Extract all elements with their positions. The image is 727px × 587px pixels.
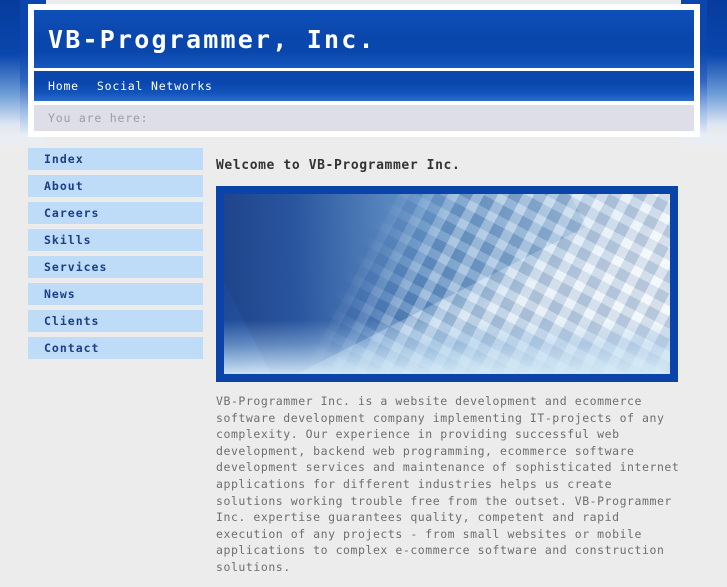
left-edge-gradient-inner bbox=[0, 0, 20, 135]
sidebar-item-label: Careers bbox=[44, 206, 100, 220]
sidebar-item-services[interactable]: Services bbox=[28, 256, 203, 278]
nav-item-home[interactable]: Home bbox=[48, 79, 79, 93]
sidebar-item-label: Index bbox=[44, 152, 84, 166]
sidebar-item-label: Services bbox=[44, 260, 108, 274]
main-content: Welcome to VB-Programmer Inc. VB-Program… bbox=[216, 148, 686, 587]
site-title: VB-Programmer, Inc. bbox=[48, 24, 376, 54]
breadcrumb-label: You are here: bbox=[48, 111, 149, 125]
sidebar-item-label: Contact bbox=[44, 341, 100, 355]
sidebar-menu: Index About Careers Skills Services News… bbox=[28, 148, 203, 364]
right-edge-gradient-inner bbox=[707, 0, 727, 135]
sidebar-item-careers[interactable]: Careers bbox=[28, 202, 203, 224]
sidebar-item-contact[interactable]: Contact bbox=[28, 337, 203, 359]
breadcrumb: You are here: bbox=[34, 105, 694, 131]
main-navigation: Home Social Networks bbox=[34, 71, 694, 101]
sidebar-item-skills[interactable]: Skills bbox=[28, 229, 203, 251]
page-header-frame: VB-Programmer, Inc. Home Social Networks… bbox=[28, 4, 700, 137]
body-paragraph: VB-Programmer Inc. is a website developm… bbox=[216, 394, 680, 574]
content-area: Index About Careers Skills Services News… bbox=[0, 148, 727, 574]
sidebar-item-news[interactable]: News bbox=[28, 283, 203, 305]
sidebar-item-label: Clients bbox=[44, 314, 100, 328]
sidebar-item-clients[interactable]: Clients bbox=[28, 310, 203, 332]
sidebar-item-label: News bbox=[44, 287, 76, 301]
page-title: Welcome to VB-Programmer Inc. bbox=[216, 158, 461, 173]
site-header: VB-Programmer, Inc. bbox=[34, 10, 694, 68]
sidebar-item-index[interactable]: Index bbox=[28, 148, 203, 170]
hero-image-frame bbox=[216, 186, 678, 382]
sidebar-item-about[interactable]: About bbox=[28, 175, 203, 197]
sidebar-item-label: About bbox=[44, 179, 84, 193]
nav-item-social-networks[interactable]: Social Networks bbox=[97, 79, 213, 93]
sidebar-item-label: Skills bbox=[44, 233, 92, 247]
keyboard-edge-highlight bbox=[224, 320, 670, 374]
